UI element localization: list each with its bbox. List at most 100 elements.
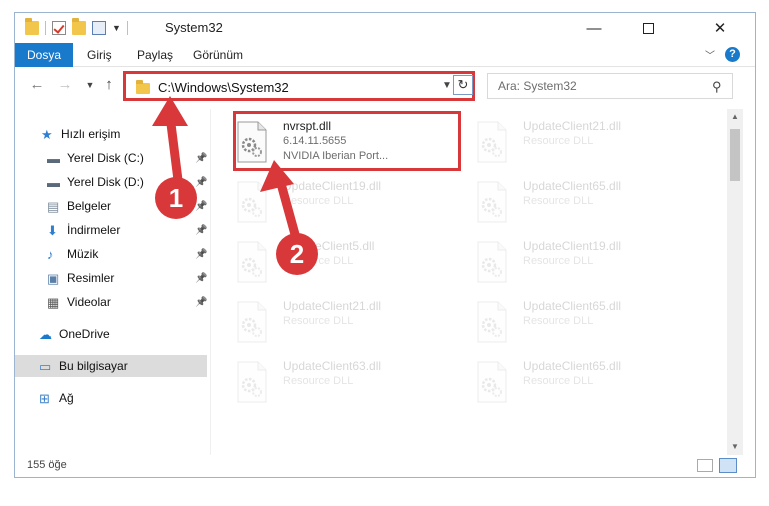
callout-2: 2 <box>276 233 318 275</box>
back-button[interactable]: ← <box>27 75 47 95</box>
sidebar-item[interactable]: ☁ OneDrive <box>15 323 209 345</box>
file-tile[interactable]: UpdateClient65.dll Resource DLL <box>453 293 689 349</box>
ribbon-tabs: Dosya Giriş Paylaş Görünüm ﹀ ? <box>15 43 755 67</box>
search-icon[interactable]: ⚲ <box>712 79 722 95</box>
sidebar-item-label: Yerel Disk (D:) <box>67 175 144 189</box>
file-description: Resource DLL <box>283 315 354 327</box>
sidebar-item[interactable]: ▦ Videolar 📌 <box>15 291 209 313</box>
scroll-up-icon[interactable]: ▲ <box>727 109 743 125</box>
search-box[interactable]: Ara: System32 ⚲ <box>487 73 733 99</box>
toolbar-divider <box>126 21 128 35</box>
pin-icon: 📌 <box>195 272 208 284</box>
file-tile[interactable]: UpdateClient19.dll Resource DLL <box>213 173 449 229</box>
pin-icon: 📌 <box>195 152 208 164</box>
documents-icon: ▤ <box>47 198 60 214</box>
drive-icon: ▬ <box>47 174 60 190</box>
forward-button[interactable]: → <box>55 75 75 95</box>
file-tile[interactable]: UpdateClient5.dll Resource DLL <box>213 233 449 289</box>
dll-file-icon <box>237 361 267 403</box>
file-description: Resource DLL <box>283 375 354 387</box>
sidebar-item-label: Müzik <box>67 247 99 261</box>
sidebar-item[interactable]: ★ Hızlı erişim <box>15 123 209 145</box>
file-tile[interactable]: UpdateClient65.dll Resource DLL <box>453 353 689 409</box>
file-name: UpdateClient63.dll <box>283 359 382 373</box>
search-input[interactable]: Ara: System32 <box>498 79 577 93</box>
sidebar-item-label: Yerel Disk (C:) <box>67 151 144 165</box>
sidebar-item-label: Bu bilgisayar <box>59 359 128 373</box>
dll-file-icon <box>477 361 507 403</box>
up-button[interactable]: ↑ <box>99 75 119 95</box>
sidebar-item[interactable]: ⬇ İndirmeler 📌 <box>15 219 209 241</box>
quick-access-toolbar: ▼ <box>25 18 128 37</box>
toolbar-divider <box>45 21 46 35</box>
properties-check-icon[interactable] <box>52 21 66 35</box>
file-name: UpdateClient19.dll <box>523 239 622 253</box>
callout-1: 1 <box>155 177 197 219</box>
address-highlight-box <box>123 71 475 101</box>
pin-icon: 📌 <box>195 176 208 188</box>
file-description: Resource DLL <box>523 255 594 267</box>
scrollbar-thumb[interactable] <box>730 129 740 181</box>
maximize-button[interactable] <box>625 13 671 43</box>
network-icon: ⊞ <box>39 390 50 406</box>
dll-file-icon <box>477 121 507 163</box>
vertical-scrollbar[interactable]: ▲ ▼ <box>727 109 743 455</box>
file-tile[interactable]: UpdateClient21.dll Resource DLL <box>213 293 449 349</box>
recent-locations-button[interactable]: ▼ <box>80 75 100 95</box>
sidebar-item[interactable]: ▭ Bu bilgisayar <box>15 355 207 377</box>
tab-share[interactable]: Paylaş <box>125 43 185 67</box>
file-tile[interactable]: UpdateClient63.dll Resource DLL <box>213 353 449 409</box>
scroll-down-icon[interactable]: ▼ <box>727 439 743 455</box>
dll-file-icon <box>477 301 507 343</box>
cloud-icon: ☁ <box>39 326 52 342</box>
customize-toolbar-icon[interactable]: ▼ <box>112 23 121 33</box>
file-tile[interactable]: UpdateClient65.dll Resource DLL <box>453 173 689 229</box>
title-bar: ▼ System32 — ✕ <box>15 13 755 43</box>
tab-home[interactable]: Giriş <box>75 43 124 67</box>
window-title: System32 <box>165 20 223 35</box>
star-icon: ★ <box>41 126 53 142</box>
refresh-button[interactable]: ↻ <box>453 75 473 95</box>
computer-icon: ▭ <box>39 358 52 374</box>
file-description: Resource DLL <box>523 315 594 327</box>
properties-icon[interactable] <box>92 21 106 35</box>
sidebar-item[interactable]: ▣ Resimler 📌 <box>15 267 209 289</box>
dll-file-icon <box>237 241 267 283</box>
tab-view[interactable]: Görünüm <box>181 43 255 67</box>
file-tile[interactable]: UpdateClient21.dll Resource DLL <box>453 113 689 169</box>
dll-file-icon <box>237 181 267 223</box>
minimize-button[interactable]: — <box>571 13 617 43</box>
tab-file[interactable]: Dosya <box>15 43 73 67</box>
video-icon: ▦ <box>47 294 60 310</box>
status-bar: 155 öğe <box>15 455 755 477</box>
item-count: 155 öğe <box>27 459 67 471</box>
download-icon: ⬇ <box>47 222 58 238</box>
expand-ribbon-icon[interactable]: ﹀ <box>705 47 715 62</box>
file-list: nvrspt.dll 6.14.11.5655 NVIDIA Iberian Por… <box>213 109 727 455</box>
file-name: UpdateClient65.dll <box>523 299 622 313</box>
sidebar-item[interactable]: ⊞ Ağ <box>15 387 209 409</box>
sidebar-item[interactable]: ▬ Yerel Disk (C:) 📌 <box>15 147 209 169</box>
file-tile[interactable]: UpdateClient19.dll Resource DLL <box>453 233 689 289</box>
pin-icon: 📌 <box>195 200 208 212</box>
folder-icon <box>25 18 39 35</box>
maximize-icon <box>642 22 654 34</box>
drive-icon: ▬ <box>47 150 60 166</box>
explorer-window: ▼ System32 — ✕ Dosya Giriş Paylaş Görünü… <box>14 12 756 478</box>
pin-icon: 📌 <box>195 224 208 236</box>
sidebar-item-label: Resimler <box>67 271 115 285</box>
music-icon: ♪ <box>47 246 54 262</box>
help-icon[interactable]: ? <box>725 47 740 62</box>
sidebar-item[interactable]: ♪ Müzik 📌 <box>15 243 209 265</box>
close-button[interactable]: ✕ <box>697 13 743 43</box>
file-name: UpdateClient65.dll <box>523 179 622 193</box>
pin-icon: 📌 <box>195 296 208 308</box>
file-name: UpdateClient21.dll <box>283 299 382 313</box>
new-folder-icon[interactable] <box>72 18 86 35</box>
details-view-icon[interactable] <box>697 459 713 472</box>
dll-file-icon <box>477 181 507 223</box>
sidebar-item-label: Videolar <box>67 295 111 309</box>
tiles-view-icon[interactable] <box>719 458 737 473</box>
dll-file-icon <box>237 301 267 343</box>
pin-icon: 📌 <box>195 248 208 260</box>
